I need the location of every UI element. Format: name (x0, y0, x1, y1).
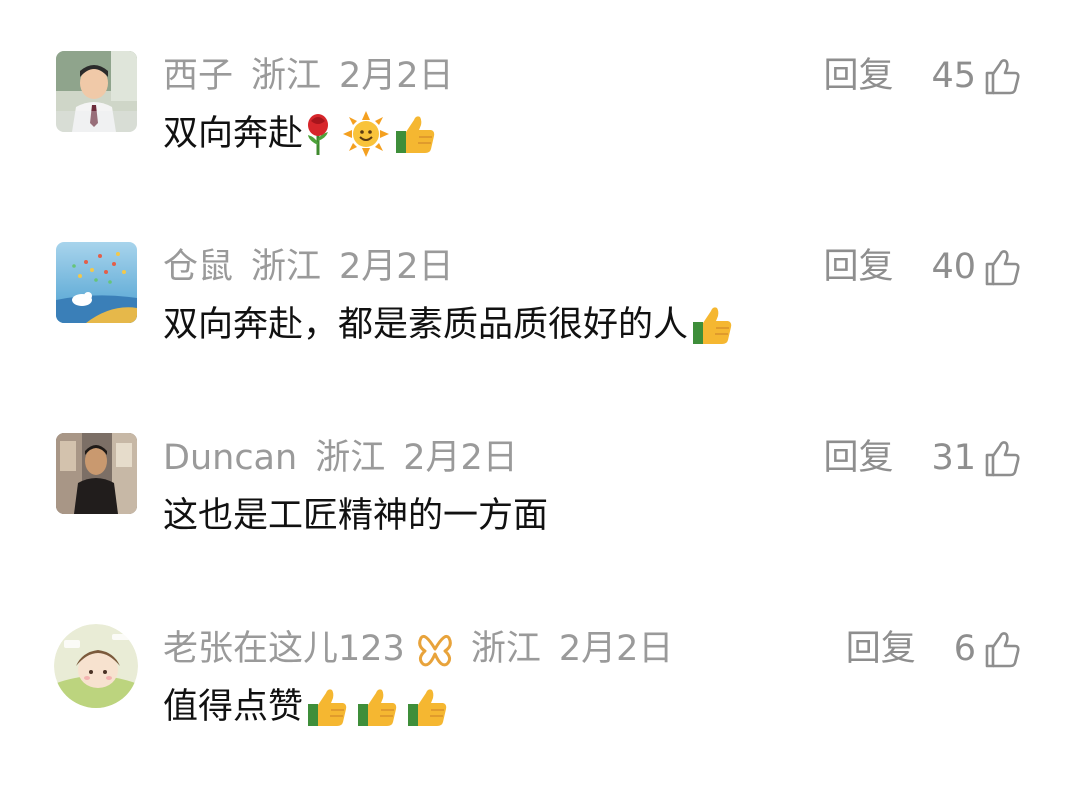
comment-content: 双向奔赴 (163, 109, 437, 159)
thumbs-up-outline-icon (985, 632, 1020, 668)
comment-text: 这也是工匠精神的一方面 (163, 496, 549, 536)
region: 浙江 (251, 56, 322, 96)
username[interactable]: 老张在这儿123 (163, 624, 405, 674)
comment-content: 值得点赞 (163, 682, 449, 732)
thumbs-up-icon (393, 111, 437, 157)
rose-icon (303, 111, 333, 157)
thumbs-up-icon (305, 684, 349, 730)
comment-item: Duncan 浙江 2月2日 回复 31 这也是工匠精神的一方面 (0, 433, 1080, 583)
timestamp: 2月2日 (403, 438, 518, 478)
comment-item: 老张在这儿123 浙江 2月2日 回复 6 值得点赞 (0, 624, 1080, 774)
comment-actions: 回复 6 (846, 624, 1022, 674)
reply-button[interactable]: 回复 (823, 242, 893, 292)
like-button[interactable]: 40 (931, 242, 1022, 292)
comment-content: 双向奔赴，都是素质品质很好的人 (163, 300, 734, 350)
comment-text: 值得点赞 (163, 687, 304, 727)
region: 浙江 (470, 629, 541, 669)
comment-meta: 西子 浙江 2月2日 (163, 51, 454, 101)
region: 浙江 (315, 438, 386, 478)
comment-item: 仓鼠 浙江 2月2日 回复 40 双向奔赴，都是素质品质很好的人 (0, 242, 1080, 392)
butterfly-badge-icon (417, 624, 453, 674)
avatar[interactable] (54, 624, 138, 708)
thumbs-up-icon (405, 684, 449, 730)
username[interactable]: 仓鼠 (163, 242, 233, 292)
like-count: 6 (953, 629, 976, 669)
comment-text: 双向奔赴 (163, 114, 304, 154)
thumbs-up-icon (690, 302, 734, 348)
comment-text: 双向奔赴，都是素质品质很好的人 (163, 305, 689, 345)
reply-button[interactable]: 回复 (846, 624, 916, 674)
thumbs-up-icon (355, 684, 399, 730)
thumbs-up-outline-icon (985, 250, 1020, 286)
like-count: 40 (931, 247, 976, 287)
timestamp: 2月2日 (339, 247, 454, 287)
comment-meta: 老张在这儿123 浙江 2月2日 (163, 624, 673, 674)
comment-meta: Duncan 浙江 2月2日 (163, 433, 518, 483)
timestamp: 2月2日 (339, 56, 454, 96)
region: 浙江 (251, 247, 322, 287)
like-button[interactable]: 45 (931, 51, 1022, 101)
thumbs-up-outline-icon (985, 59, 1020, 95)
timestamp: 2月2日 (558, 629, 674, 669)
reply-button[interactable]: 回复 (823, 433, 893, 483)
comment-actions: 回复 45 (823, 51, 1022, 101)
like-count: 45 (931, 56, 976, 96)
reply-button[interactable]: 回复 (823, 51, 893, 101)
sun-icon (343, 111, 390, 157)
username[interactable]: 西子 (163, 51, 233, 101)
avatar[interactable] (56, 51, 137, 132)
comment-actions: 回复 40 (823, 242, 1022, 292)
comment-actions: 回复 31 (823, 433, 1022, 483)
avatar[interactable] (56, 433, 137, 514)
comment-item: 西子 浙江 2月2日 回复 45 双向奔赴 (0, 51, 1080, 201)
username[interactable]: Duncan (163, 433, 297, 483)
like-button[interactable]: 31 (931, 433, 1022, 483)
comment-meta: 仓鼠 浙江 2月2日 (163, 242, 454, 292)
thumbs-up-outline-icon (985, 441, 1020, 477)
like-button[interactable]: 6 (954, 624, 1022, 674)
like-count: 31 (931, 438, 976, 478)
avatar[interactable] (56, 242, 137, 323)
comment-content: 这也是工匠精神的一方面 (163, 491, 548, 541)
